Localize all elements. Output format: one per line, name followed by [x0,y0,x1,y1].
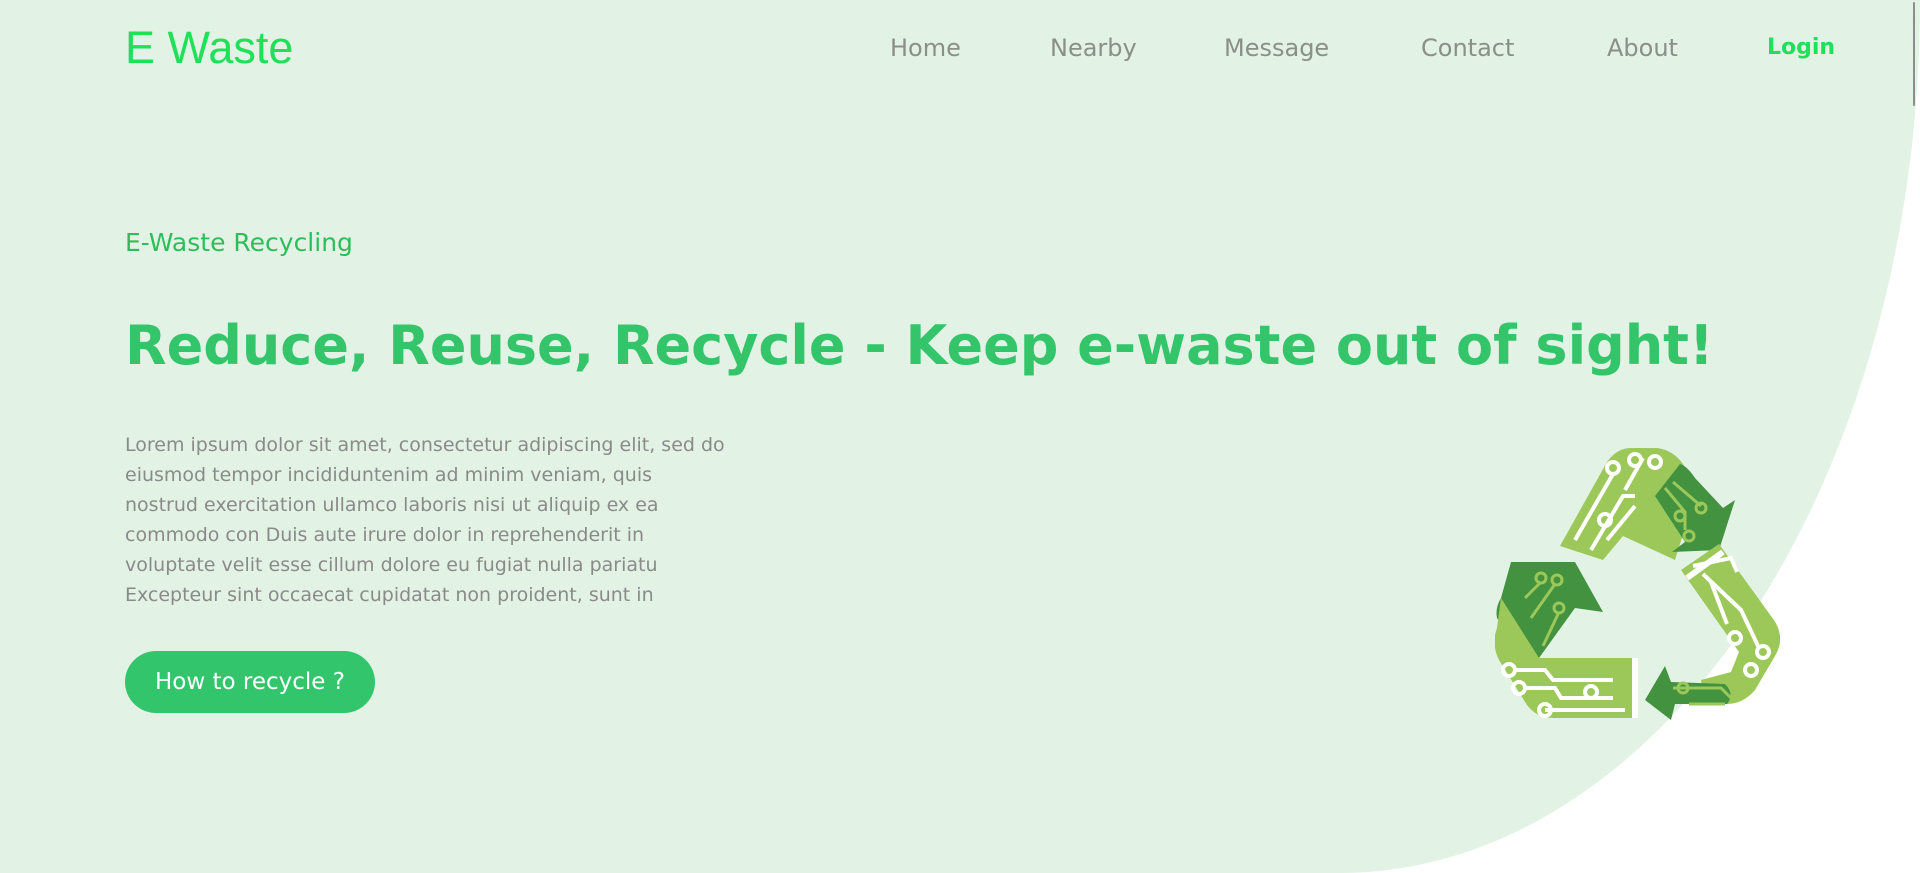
description-line: voluptate velit esse cillum dolore eu fu… [125,554,658,576]
nav-link-about[interactable]: About [1607,33,1678,63]
navbar: E Waste Home Nearby Message Contact Abou… [0,0,1920,98]
description-line: Lorem ipsum dolor sit amet, consectetur … [125,434,725,456]
description-line: Excepteur sint occaecat cupidatat non pr… [125,584,654,606]
nav-link-message[interactable]: Message [1224,33,1329,63]
nav-link-contact[interactable]: Contact [1421,33,1514,63]
description-line: nostrud exercitation ullamco laboris nis… [125,494,659,516]
brand-logo[interactable]: E Waste [125,20,293,76]
nav-link-nearby[interactable]: Nearby [1050,33,1137,63]
page-scrollbar[interactable] [1913,0,1918,873]
circuit-recycle-icon [1495,448,1781,720]
login-link[interactable]: Login [1767,33,1835,63]
hero-headline: Reduce, Reuse, Recycle - Keep e-waste ou… [125,314,1714,377]
scrollbar-thumb[interactable] [1913,2,1915,106]
description-line: commodo con Duis aute irure dolor in rep… [125,524,645,546]
description-line: eiusmod tempor incididuntenim ad minim v… [125,464,653,486]
nav-link-home[interactable]: Home [890,33,961,63]
hero-eyebrow: E-Waste Recycling [125,228,353,257]
hero-description: Lorem ipsum dolor sit amet, consectetur … [125,430,785,610]
how-to-recycle-button[interactable]: How to recycle ? [125,651,375,713]
